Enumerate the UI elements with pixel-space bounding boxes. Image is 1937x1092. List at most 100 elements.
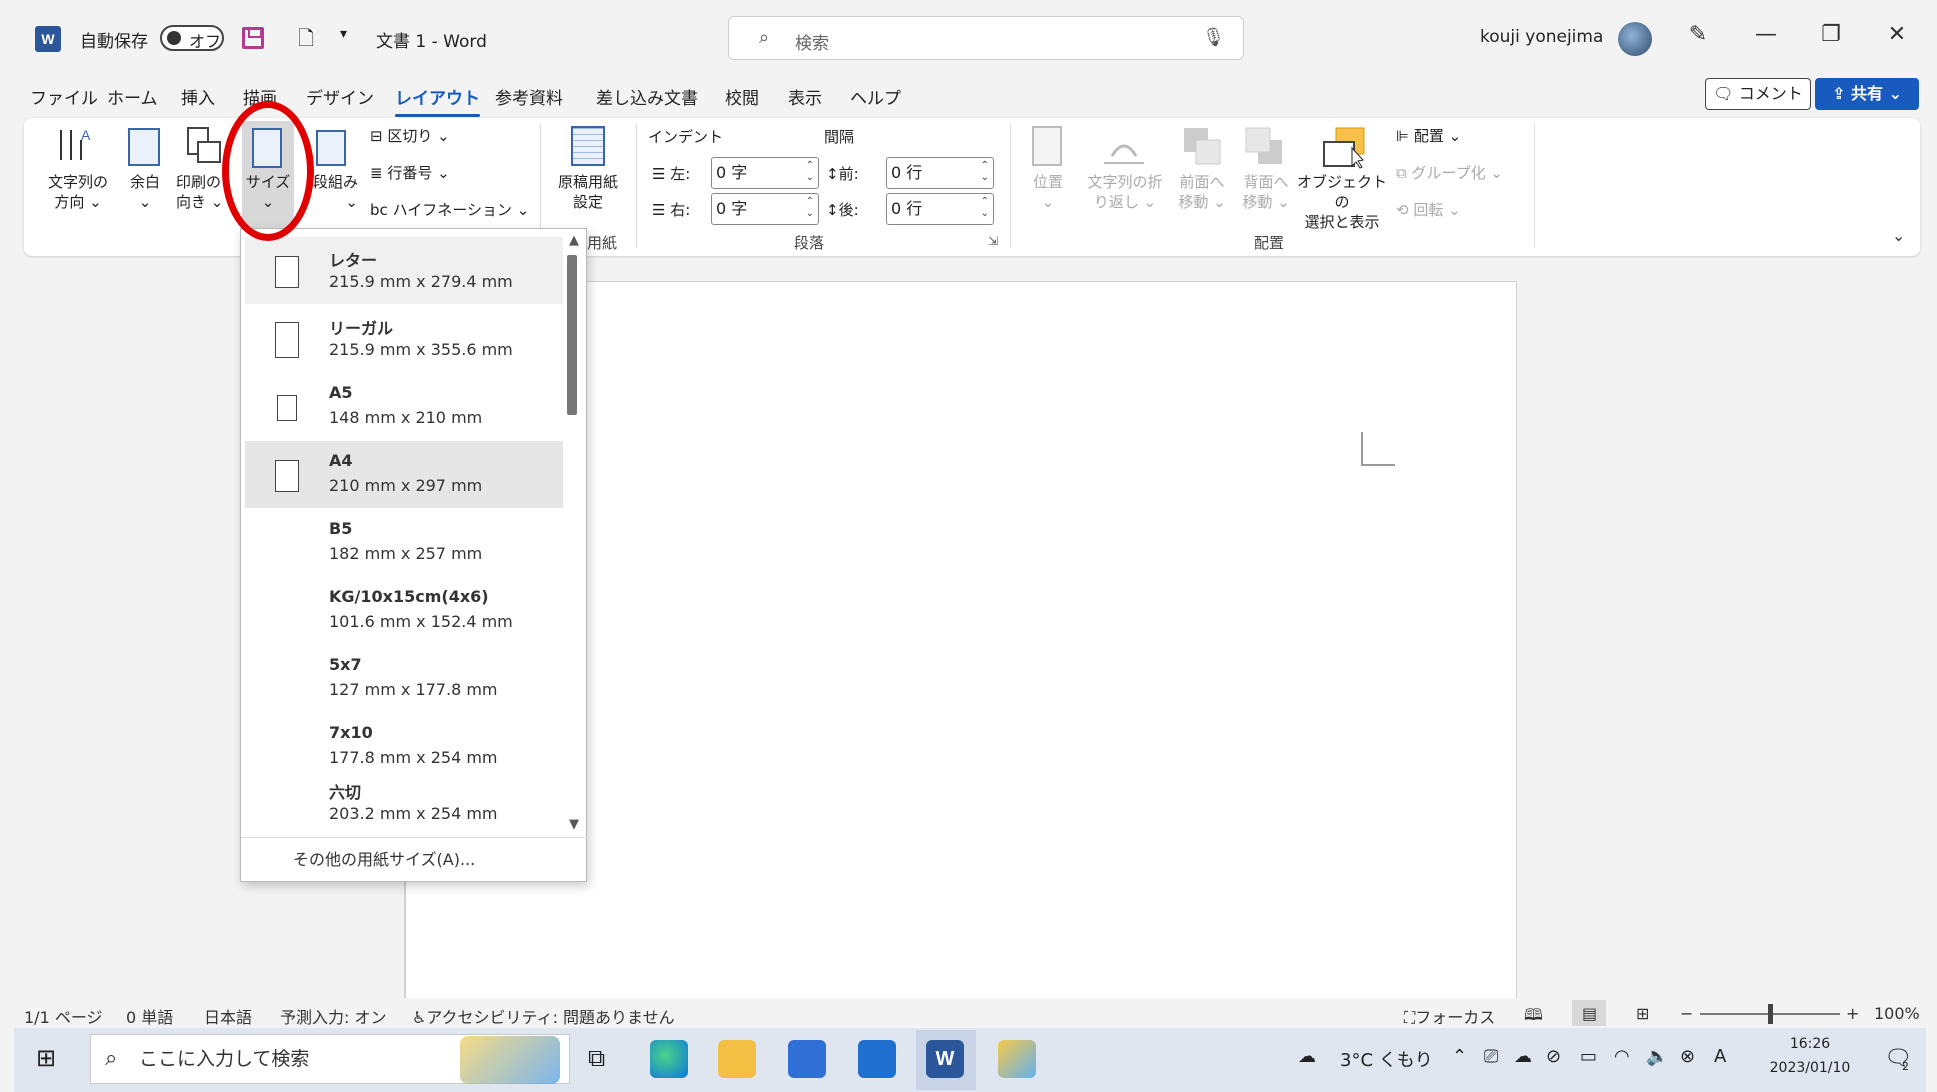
search-highlight-image[interactable] — [460, 1036, 560, 1084]
save-icon[interactable] — [242, 27, 264, 49]
microphone-icon[interactable]: 🎙 — [1202, 27, 1225, 48]
spin-arrows-icon[interactable]: ⌃ ⌄ — [806, 160, 814, 184]
tray-chevron-icon[interactable]: ⌃ — [1452, 1046, 1467, 1067]
clock-time[interactable]: 16:26 — [1770, 1036, 1850, 1052]
word-taskbar-icon[interactable]: W — [926, 1040, 964, 1078]
user-name[interactable]: kouji yonejima — [1480, 27, 1603, 47]
manuscript-label-2: 設定 — [572, 193, 603, 211]
manuscript-button[interactable]: 原稿用紙 設定 — [548, 172, 628, 212]
size-option-5x7[interactable]: 5x7 127 mm x 177.8 mm — [245, 645, 563, 712]
focus-button[interactable]: ⛶フォーカス — [1404, 1004, 1495, 1028]
read-mode-icon[interactable]: 🕮 — [1524, 1004, 1543, 1031]
tray-close-icon[interactable]: ⊗ — [1680, 1046, 1695, 1067]
breaks-button[interactable]: ⊟ 区切り ⌄ — [370, 126, 450, 146]
avatar[interactable] — [1618, 22, 1652, 56]
size-option-a5[interactable]: A5 148 mm x 210 mm — [245, 373, 563, 440]
rotate-button[interactable]: ⟲ 回転 ⌄ — [1396, 200, 1461, 220]
language[interactable]: 日本語 — [204, 1004, 252, 1028]
spin-arrows-icon[interactable]: ⌃ ⌄ — [806, 196, 814, 220]
size-option-b5[interactable]: B5 182 mm x 257 mm — [245, 509, 563, 576]
group-button[interactable]: ⧉ グループ化 ⌄ — [1396, 163, 1503, 183]
line-numbers-button[interactable]: ≣ 行番号 ⌄ — [370, 163, 450, 183]
mail-icon[interactable] — [858, 1040, 896, 1078]
tray-volume-icon[interactable]: 🔈 — [1646, 1046, 1668, 1067]
more-paper-sizes-link[interactable]: その他の用紙サイズ(A)... — [241, 837, 587, 882]
tab-mailings[interactable]: 差し込み文書 — [596, 84, 698, 109]
quick-access-dropdown-icon[interactable]: ▾ — [340, 26, 347, 42]
send-backward-button[interactable]: 背面へ 移動 ⌄ — [1234, 172, 1298, 212]
bring-forward-button[interactable]: 前面へ 移動 ⌄ — [1170, 172, 1234, 212]
accessibility-status[interactable]: ♿アクセシビリティ: 問題ありません — [412, 1004, 675, 1028]
tab-design[interactable]: デザイン — [306, 84, 374, 109]
hyphenation-button[interactable]: bc ハイフネーション ⌄ — [370, 200, 529, 220]
pen-icon[interactable]: ✎ — [1683, 22, 1713, 47]
scroll-down-arrow-icon[interactable]: ▼ — [569, 817, 579, 832]
spacing-after-field[interactable]: 0 行 ⌃ ⌄ — [886, 193, 994, 225]
tab-layout[interactable]: レイアウト — [395, 84, 480, 117]
page-count[interactable]: 1/1 ページ — [24, 1004, 103, 1028]
tab-references[interactable]: 参考資料 — [495, 84, 563, 109]
tab-file[interactable]: ファイル — [30, 84, 98, 109]
zoom-out-icon[interactable]: − — [1680, 1004, 1693, 1023]
close-icon[interactable]: ✕ — [1882, 22, 1912, 47]
weather-icon[interactable]: ☁ — [1298, 1046, 1316, 1067]
text-direction-button[interactable]: 文字列の 方向 ⌄ — [38, 172, 118, 212]
tab-home[interactable]: ホーム — [107, 84, 158, 109]
tab-view[interactable]: 表示 — [788, 84, 822, 109]
size-option-legal[interactable]: リーガル 215.9 mm x 355.6 mm — [245, 305, 563, 372]
tray-meet-icon[interactable]: ⎚ — [1484, 1046, 1498, 1067]
autosave-toggle[interactable]: オフ — [160, 25, 224, 51]
selection-pane-button[interactable]: オブジェクトの 選択と表示 — [1296, 172, 1388, 232]
orientation-button[interactable]: 印刷の 向き ⌄ — [176, 172, 226, 212]
columns-button[interactable]: 段組み ⌄ — [308, 172, 358, 212]
clock-date[interactable]: 2023/01/10 — [1764, 1060, 1856, 1076]
align-button[interactable]: ⊫ 配置 ⌄ — [1396, 126, 1461, 146]
size-option-kg[interactable]: KG/10x15cm(4x6) 101.6 mm x 152.4 mm — [245, 577, 563, 644]
word-count[interactable]: 0 単語 — [126, 1004, 173, 1028]
align-label: 配置 — [1413, 127, 1444, 145]
share-button[interactable]: ⇪ 共有 ⌄ — [1815, 78, 1919, 110]
scroll-up-arrow-icon[interactable]: ▲ — [569, 233, 579, 248]
tray-ime-icon[interactable]: A — [1714, 1046, 1726, 1067]
position-button[interactable]: 位置 ⌄ — [1018, 172, 1078, 212]
minimize-icon[interactable]: — — [1751, 22, 1781, 47]
spin-arrows-icon[interactable]: ⌃ ⌄ — [981, 160, 989, 184]
ribbon-collapse-icon[interactable]: ⌄ — [1892, 226, 1905, 245]
photos-icon[interactable] — [998, 1040, 1036, 1078]
search-box[interactable]: ⌕ 検索 🎙 — [728, 16, 1244, 60]
weather-text[interactable]: 3°C くもり — [1340, 1046, 1433, 1072]
print-layout-icon[interactable]: ▤ — [1582, 1004, 1597, 1023]
edge-icon[interactable] — [650, 1040, 688, 1078]
size-option-rokugiri[interactable]: 六切 203.2 mm x 254 mm — [245, 769, 563, 836]
file-explorer-icon[interactable] — [718, 1040, 756, 1078]
indent-right-field[interactable]: 0 字 ⌃ ⌄ — [711, 193, 819, 225]
tab-review[interactable]: 校閲 — [725, 84, 759, 109]
dialog-launcher-icon[interactable]: ⇲ — [988, 234, 998, 248]
print-preview-icon[interactable]: 🗋 — [298, 24, 314, 58]
margins-button[interactable]: 余白 ⌄ — [120, 172, 170, 212]
task-view-icon[interactable]: ⧉ — [588, 1044, 605, 1072]
restore-icon[interactable]: ❐ — [1816, 22, 1846, 47]
windows-start-icon[interactable]: ⊞ — [36, 1044, 56, 1072]
indent-left-field[interactable]: 0 字 ⌃ ⌄ — [711, 157, 819, 189]
tray-wifi-icon[interactable]: ◠ — [1614, 1046, 1630, 1067]
spacing-before-field[interactable]: 0 行 ⌃ ⌄ — [886, 157, 994, 189]
wrap-text-button[interactable]: 文字列の折 り返し ⌄ — [1080, 172, 1170, 212]
size-option-letter[interactable]: レター 215.9 mm x 279.4 mm — [245, 237, 563, 304]
comment-button[interactable]: 🗨 コメント — [1705, 78, 1811, 110]
tab-help[interactable]: ヘルプ — [850, 84, 901, 109]
spin-arrows-icon[interactable]: ⌃ ⌄ — [981, 196, 989, 220]
scroll-thumb[interactable] — [567, 255, 577, 415]
predictive-input[interactable]: 予測入力: オン — [280, 1004, 386, 1028]
zoom-level[interactable]: 100% — [1874, 1004, 1920, 1023]
tray-onedrive-icon[interactable]: ☁ — [1514, 1046, 1532, 1067]
tab-insert[interactable]: 挿入 — [181, 84, 215, 109]
web-layout-icon[interactable]: ⊞ — [1636, 1004, 1649, 1023]
store-icon[interactable] — [788, 1040, 826, 1078]
size-option-a4[interactable]: A4 210 mm x 297 mm — [245, 441, 563, 508]
tray-security-icon[interactable]: ⊘ — [1546, 1046, 1561, 1067]
size-option-dims: 101.6 mm x 152.4 mm — [329, 612, 513, 631]
zoom-slider-thumb[interactable] — [1768, 1004, 1773, 1024]
tray-battery-icon[interactable]: ▭ — [1580, 1046, 1597, 1067]
zoom-in-icon[interactable]: + — [1846, 1004, 1859, 1023]
